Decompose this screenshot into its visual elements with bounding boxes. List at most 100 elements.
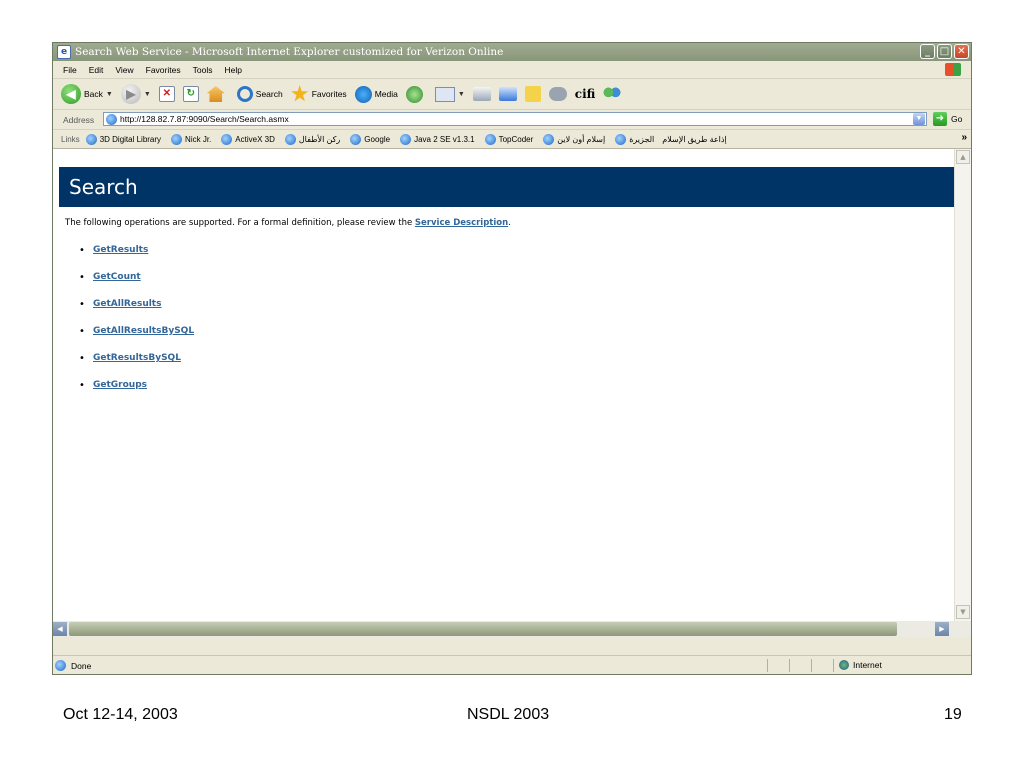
menu-file[interactable]: File [61,65,79,75]
browser-window: e Search Web Service - Microsoft Interne… [52,42,972,675]
intro-text: The following operations are supported. … [65,218,511,228]
menu-help[interactable]: Help [222,65,243,75]
search-button[interactable]: Search [236,86,283,102]
back-dropdown-icon[interactable]: ▼ [106,91,113,98]
address-dropdown-icon[interactable]: ▼ [913,113,925,125]
link-label: 3D Digital Library [99,134,162,144]
close-button[interactable]: ✕ [954,44,969,59]
refresh-icon: ↻ [182,86,199,102]
search-label: Search [255,89,283,99]
scroll-down-arrow-icon[interactable]: ▼ [956,605,970,619]
operation-link-getcount[interactable]: GetCount [93,272,141,282]
link-google[interactable]: Google [348,133,390,145]
link-label: إذاعة طريق الإسلام [662,134,727,144]
note-button[interactable] [524,86,541,102]
bullet-icon: • [79,326,85,337]
list-item: • GetGroups [79,380,194,407]
link-java[interactable]: Java 2 SE v1.3.1 [398,133,475,145]
link-islam-online[interactable]: إسلام أون لاين [541,133,606,145]
link-activex-3d[interactable]: ActiveX 3D [219,133,275,145]
slide-footer-title: NSDL 2003 [467,706,550,723]
link-islam-radio[interactable]: إذاعة طريق الإسلام [662,135,726,144]
mail-dropdown-icon[interactable]: ▼ [458,91,465,98]
favorites-label: Favorites [311,89,347,99]
address-bar: Address http://128.82.7.87:9090/Search/S… [53,110,971,130]
back-button[interactable]: ◀ Back ▼ [61,84,113,104]
ie-app-icon: e [57,45,71,59]
stop-button[interactable]: ✕ [158,86,175,102]
links-bar: Links 3D Digital Library Nick Jr. Active… [53,130,971,149]
link-label: TopCoder [498,134,534,144]
status-divider [833,659,834,672]
people-button[interactable] [603,86,622,102]
messenger-button[interactable] [548,87,567,101]
search-icon [236,86,253,102]
status-page-icon [55,660,66,671]
menu-edit[interactable]: Edit [87,65,106,75]
minimize-button[interactable]: _ [920,44,935,59]
maximize-button[interactable]: □ [937,44,952,59]
operation-link-getresultsbysql[interactable]: GetResultsBySQL [93,353,181,363]
forward-dropdown-icon[interactable]: ▼ [144,91,151,98]
mail-icon [434,86,455,102]
intro-after: . [508,218,511,228]
history-icon [405,85,423,103]
link-aljazeera[interactable]: الجزيرة [613,133,655,145]
title-bar: e Search Web Service - Microsoft Interne… [53,43,971,61]
window-title: Search Web Service - Microsoft Internet … [75,46,504,58]
bullet-icon: • [79,299,85,310]
scroll-up-arrow-icon[interactable]: ▲ [956,150,970,164]
mail-button[interactable]: ▼ [434,86,465,102]
scroll-right-arrow-icon[interactable]: ▶ [935,622,949,636]
link-3d-digital-library[interactable]: 3D Digital Library [84,133,162,145]
print-button[interactable] [472,87,491,101]
home-button[interactable] [206,86,225,102]
link-topcoder[interactable]: TopCoder [483,133,534,145]
edit-button[interactable] [498,87,517,101]
bullet-icon: • [79,245,85,256]
operation-link-getresults[interactable]: GetResults [93,245,148,255]
back-label: Back [84,89,103,99]
slide-page-number: 19 [944,706,962,723]
address-input[interactable]: http://128.82.7.87:9090/Search/Search.as… [103,112,927,126]
favorites-button[interactable]: Favorites [291,85,347,103]
cifi-button[interactable]: cifi [575,87,596,101]
go-arrow-icon[interactable]: ➜ [933,112,947,126]
windows-logo-icon [945,63,961,76]
media-button[interactable]: Media [354,85,398,103]
media-icon [354,85,372,103]
menu-view[interactable]: View [113,65,135,75]
address-url[interactable]: http://128.82.7.87:9090/Search/Search.as… [120,114,289,124]
operation-link-getallresultsbysql[interactable]: GetAllResultsBySQL [93,326,194,336]
operations-list: • GetResults • GetCount • GetAllResults • Ge… [79,245,194,407]
operation-link-getgroups[interactable]: GetGroups [93,380,147,390]
link-page-icon [221,133,233,145]
operation-link-getallresults[interactable]: GetAllResults [93,299,161,309]
link-nick-jr[interactable]: Nick Jr. [169,133,212,145]
link-label: إسلام أون لاين [557,134,606,144]
horizontal-scroll-thumb[interactable] [69,622,897,636]
list-item: • GetCount [79,272,194,299]
zone-label: Internet [853,660,882,670]
link-label: Nick Jr. [185,134,212,144]
address-label: Address [63,114,95,125]
status-bar: Done Internet [53,655,971,674]
history-button[interactable] [405,85,423,103]
menu-tools[interactable]: Tools [191,65,215,75]
link-kids-corner[interactable]: ركن الأطفال [283,133,340,145]
link-page-icon [284,133,296,145]
menu-favorites[interactable]: Favorites [144,65,183,75]
link-label: الجزيرة [629,134,655,144]
go-button[interactable]: Go [951,114,962,124]
horizontal-scrollbar[interactable]: ◀ ▶ [53,621,971,637]
cifi-label: cifi [574,87,596,101]
link-page-icon [484,133,496,145]
forward-button[interactable]: ▶ ▼ [120,84,151,104]
status-divider [767,659,768,672]
service-description-link[interactable]: Service Description [415,218,508,228]
status-divider [789,659,790,672]
vertical-scrollbar[interactable]: ▲ ▼ [954,149,971,621]
links-more-chevron-icon[interactable]: » [961,132,967,143]
scroll-left-arrow-icon[interactable]: ◀ [53,622,67,636]
refresh-button[interactable]: ↻ [182,86,199,102]
